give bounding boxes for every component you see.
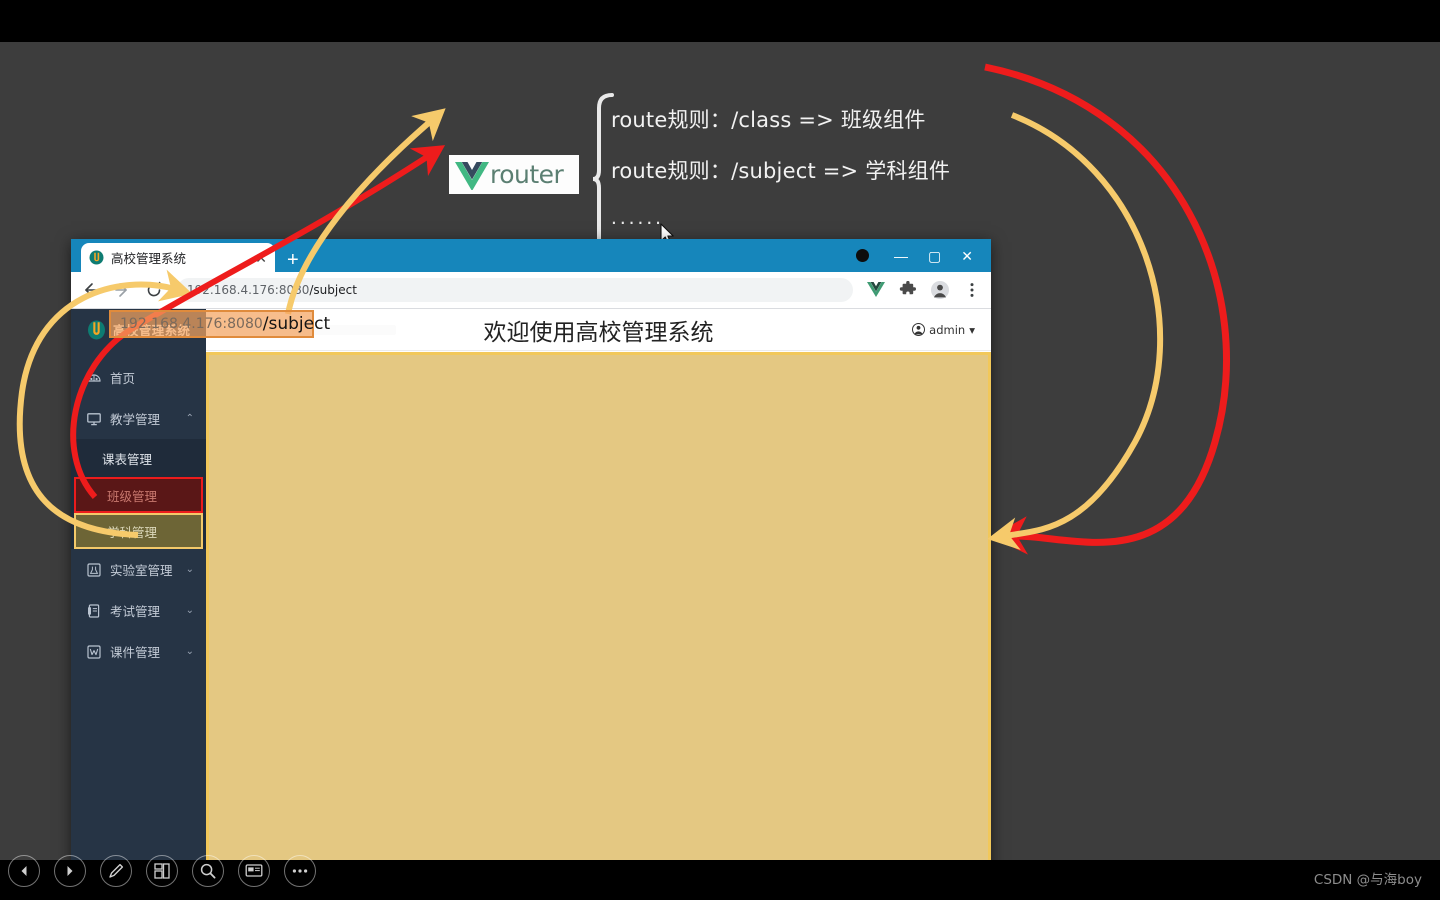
sidebar-item-teaching[interactable]: 教学管理 ⌃ [71,398,206,439]
sidebar-subitem-label: 学科管理 [107,522,157,541]
three-dot-menu-icon[interactable] [963,281,981,299]
sidebar-item-courseware[interactable]: 课件管理 ⌄ [71,631,206,672]
exam-icon [87,604,101,618]
browser-tab-title: 高校管理系统 [111,248,248,267]
route-rules-list: route规则：/class => 班级组件 route规则：/subject … [611,104,1011,230]
zoom-button[interactable] [192,855,224,887]
previous-slide-button[interactable] [8,855,40,887]
address-bar[interactable]: 192.168.4.176:8080 /subject [177,278,853,302]
sidebar-item-exam[interactable]: 考试管理 ⌄ [71,590,206,631]
browser-tab[interactable]: 高校管理系统 ✕ [81,243,275,272]
window-controls: — ▢ ✕ [894,239,985,272]
red-arrow-to-content [985,67,1226,542]
pen-button[interactable] [100,855,132,887]
route-rule-subject: route规则：/subject => 学科组件 [611,155,1011,185]
browser-toolbar: 192.168.4.176:8080 /subject [71,272,991,309]
address-path: /subject [309,283,357,297]
sidebar-item-label: 课件管理 [110,642,160,661]
next-slide-button[interactable] [54,855,86,887]
address-bar-highlight[interactable]: 192.168.4.176:8080 /subject [109,310,314,338]
sidebar-menu: 首页 教学管理 ⌃ [71,349,206,672]
sidebar-submenu-teaching: 课表管理 班级管理 学科管理 [71,439,206,549]
dark-dot-decoration [856,249,869,262]
sidebar-subitem-label: 班级管理 [107,486,157,505]
user-menu[interactable]: admin ▾ [912,323,975,337]
sidebar-subitem-class[interactable]: 班级管理 [74,477,203,513]
layout-button[interactable] [146,855,178,887]
window-maximize-button[interactable]: ▢ [928,249,941,263]
extensions-puzzle-icon[interactable] [899,281,917,299]
address-highlight-host: 192.168.4.176:8080 [120,316,263,332]
address-host: 192.168.4.176:8080 [187,283,309,297]
vue-router-logo: router [449,155,579,194]
vue-devtools-icon[interactable] [867,281,885,299]
chevron-down-icon: ▾ [969,323,975,337]
app-body: 高校管理系统 首页 [71,309,991,860]
chevron-down-icon: ⌄ [186,564,194,575]
new-tab-button[interactable]: + [287,250,299,270]
chevron-down-icon: ⌄ [186,605,194,616]
vue-v-logo-icon [455,160,489,190]
reload-icon[interactable] [145,281,163,299]
app-sidebar: 高校管理系统 首页 [71,309,206,860]
address-highlight-path: /subject [263,314,330,334]
app-main: 欢迎使用高校管理系统 admin ▾ [206,309,991,860]
word-doc-icon [87,645,101,659]
presenter-view-button[interactable] [238,855,270,887]
chevron-down-icon: ⌄ [186,646,194,657]
presentation-toolbar [0,842,1440,900]
sidebar-item-lab[interactable]: 实验室管理 ⌄ [71,549,206,590]
screen: router route规则：/class => 班级组件 route规则：/s… [0,0,1440,900]
content-area-highlight [206,352,991,860]
university-logo-icon [87,319,106,340]
dashboard-icon [87,371,101,385]
chevron-up-icon: ⌃ [186,413,194,424]
back-arrow-icon[interactable] [81,281,99,299]
profile-avatar-icon[interactable] [931,281,949,299]
sidebar-item-label: 实验室管理 [110,560,173,579]
monitor-icon [87,412,101,426]
tab-close-icon[interactable]: ✕ [255,251,267,265]
more-options-button[interactable] [284,855,316,887]
university-favicon-icon [89,250,104,265]
lab-icon [87,563,101,577]
window-minimize-button[interactable]: — [894,249,908,263]
browser-toolbar-icons [867,281,981,299]
account-circle-icon [912,323,925,336]
sidebar-subitem-schedule[interactable]: 课表管理 [71,439,206,477]
welcome-title: 欢迎使用高校管理系统 [484,313,714,347]
sidebar-subitem-subject[interactable]: 学科管理 [74,513,203,549]
sidebar-item-home[interactable]: 首页 [71,357,206,398]
user-name-label: admin [929,323,965,337]
watermark-label: CSDN @与海boy [1314,868,1422,888]
slide-canvas: router route规则：/class => 班级组件 route规则：/s… [0,42,1440,860]
sidebar-item-label: 教学管理 [110,409,160,428]
browser-tab-strip: 高校管理系统 ✕ + — ▢ ✕ [71,239,991,272]
window-close-button[interactable]: ✕ [961,249,973,263]
gold-arrow-to-content [1005,115,1160,536]
vue-router-label: router [490,160,563,189]
route-rule-class: route规则：/class => 班级组件 [611,104,1011,134]
sidebar-item-label: 考试管理 [110,601,160,620]
sidebar-subitem-label: 课表管理 [102,449,152,468]
forward-arrow-icon[interactable] [113,281,131,299]
sidebar-item-label: 首页 [110,368,135,387]
